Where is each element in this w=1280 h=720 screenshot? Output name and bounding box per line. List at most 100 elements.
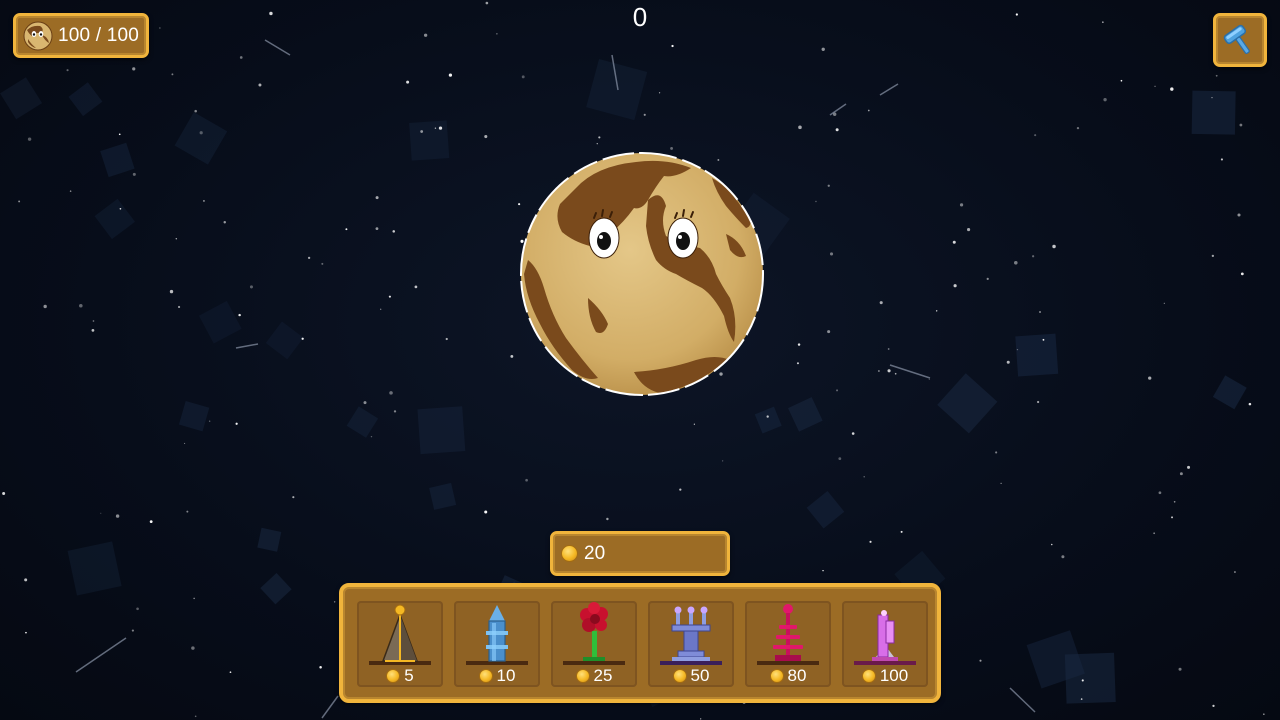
star — [414, 285, 418, 289]
space-debris — [417, 406, 466, 455]
space-debris — [94, 198, 136, 240]
star — [92, 320, 95, 322]
shop-item-crystal-tower[interactable]: 100 — [842, 601, 928, 687]
star — [1178, 667, 1182, 671]
star — [796, 362, 799, 365]
space-debris — [346, 406, 379, 438]
star — [1120, 79, 1123, 82]
star — [1080, 698, 1083, 700]
shooting-star — [889, 364, 931, 379]
star — [375, 196, 379, 200]
star — [388, 295, 391, 298]
star — [184, 442, 186, 444]
star — [821, 47, 825, 51]
star — [169, 289, 174, 294]
star — [345, 228, 348, 231]
star — [679, 488, 682, 491]
star — [894, 372, 897, 375]
star — [766, 415, 769, 418]
star — [510, 354, 514, 358]
star — [827, 184, 830, 187]
star — [307, 256, 311, 260]
star — [448, 73, 453, 77]
star — [194, 715, 197, 718]
star — [838, 457, 842, 461]
star — [596, 142, 598, 145]
space-debris — [806, 490, 845, 529]
star — [1170, 87, 1174, 91]
planet[interactable] — [516, 148, 768, 400]
star — [1248, 402, 1252, 406]
star — [967, 228, 971, 232]
shop-item-turret-tower[interactable]: 50 — [648, 601, 734, 687]
star — [258, 83, 262, 87]
space-debris — [1191, 90, 1236, 135]
star — [438, 126, 443, 130]
star — [928, 378, 930, 380]
star — [1015, 13, 1018, 16]
star — [149, 520, 153, 524]
star — [445, 337, 448, 341]
space-debris — [429, 482, 457, 510]
star — [194, 109, 197, 113]
star — [191, 646, 195, 650]
star — [1039, 310, 1042, 313]
star — [935, 310, 938, 312]
star — [643, 113, 646, 116]
star — [829, 252, 834, 256]
flower-tower-icon — [563, 602, 625, 665]
star — [1000, 482, 1002, 485]
star — [199, 131, 203, 135]
star — [1103, 98, 1107, 102]
build-button[interactable] — [1213, 13, 1267, 67]
shop-item-pyramid-tower[interactable]: 5 — [357, 601, 443, 687]
star — [869, 540, 872, 543]
star — [1239, 123, 1243, 127]
shop-item-price: 5 — [357, 666, 443, 686]
star — [1006, 360, 1010, 364]
star — [952, 240, 956, 244]
star — [815, 200, 817, 203]
star — [521, 75, 525, 79]
star — [836, 389, 839, 392]
shop-item-price: 100 — [842, 666, 928, 686]
star — [100, 512, 102, 514]
health-panel: 100 / 100 — [13, 13, 149, 58]
star — [658, 92, 661, 94]
coins-panel: 20 — [550, 531, 730, 576]
star — [484, 134, 488, 139]
star — [319, 666, 322, 669]
star — [136, 607, 139, 611]
star — [171, 73, 174, 76]
star — [132, 172, 136, 176]
shop-item-tesla-tower[interactable]: 80 — [745, 601, 831, 687]
star — [118, 133, 121, 136]
star — [606, 517, 609, 521]
star — [1154, 85, 1156, 87]
star — [393, 410, 397, 413]
space-debris — [788, 397, 823, 432]
star — [223, 221, 226, 224]
star — [229, 671, 232, 674]
shooting-star — [264, 39, 291, 56]
star — [700, 718, 702, 720]
pyramid-tower-icon — [369, 604, 431, 665]
star — [363, 401, 367, 405]
star — [496, 33, 498, 35]
star — [203, 200, 205, 202]
star — [43, 304, 47, 309]
star — [25, 631, 27, 634]
shop-item-price: 80 — [745, 666, 831, 686]
shop-item-flower-tower[interactable]: 25 — [551, 601, 637, 687]
star — [851, 432, 855, 435]
coin-icon — [386, 669, 401, 683]
shooting-star — [321, 695, 339, 719]
star — [722, 460, 724, 462]
star — [375, 227, 379, 231]
star — [1220, 158, 1223, 161]
coins-value: 20 — [584, 542, 606, 564]
shop-item-rocket-tower[interactable]: 10 — [454, 601, 540, 687]
star — [1042, 338, 1045, 341]
star — [879, 301, 883, 305]
star — [333, 601, 336, 603]
